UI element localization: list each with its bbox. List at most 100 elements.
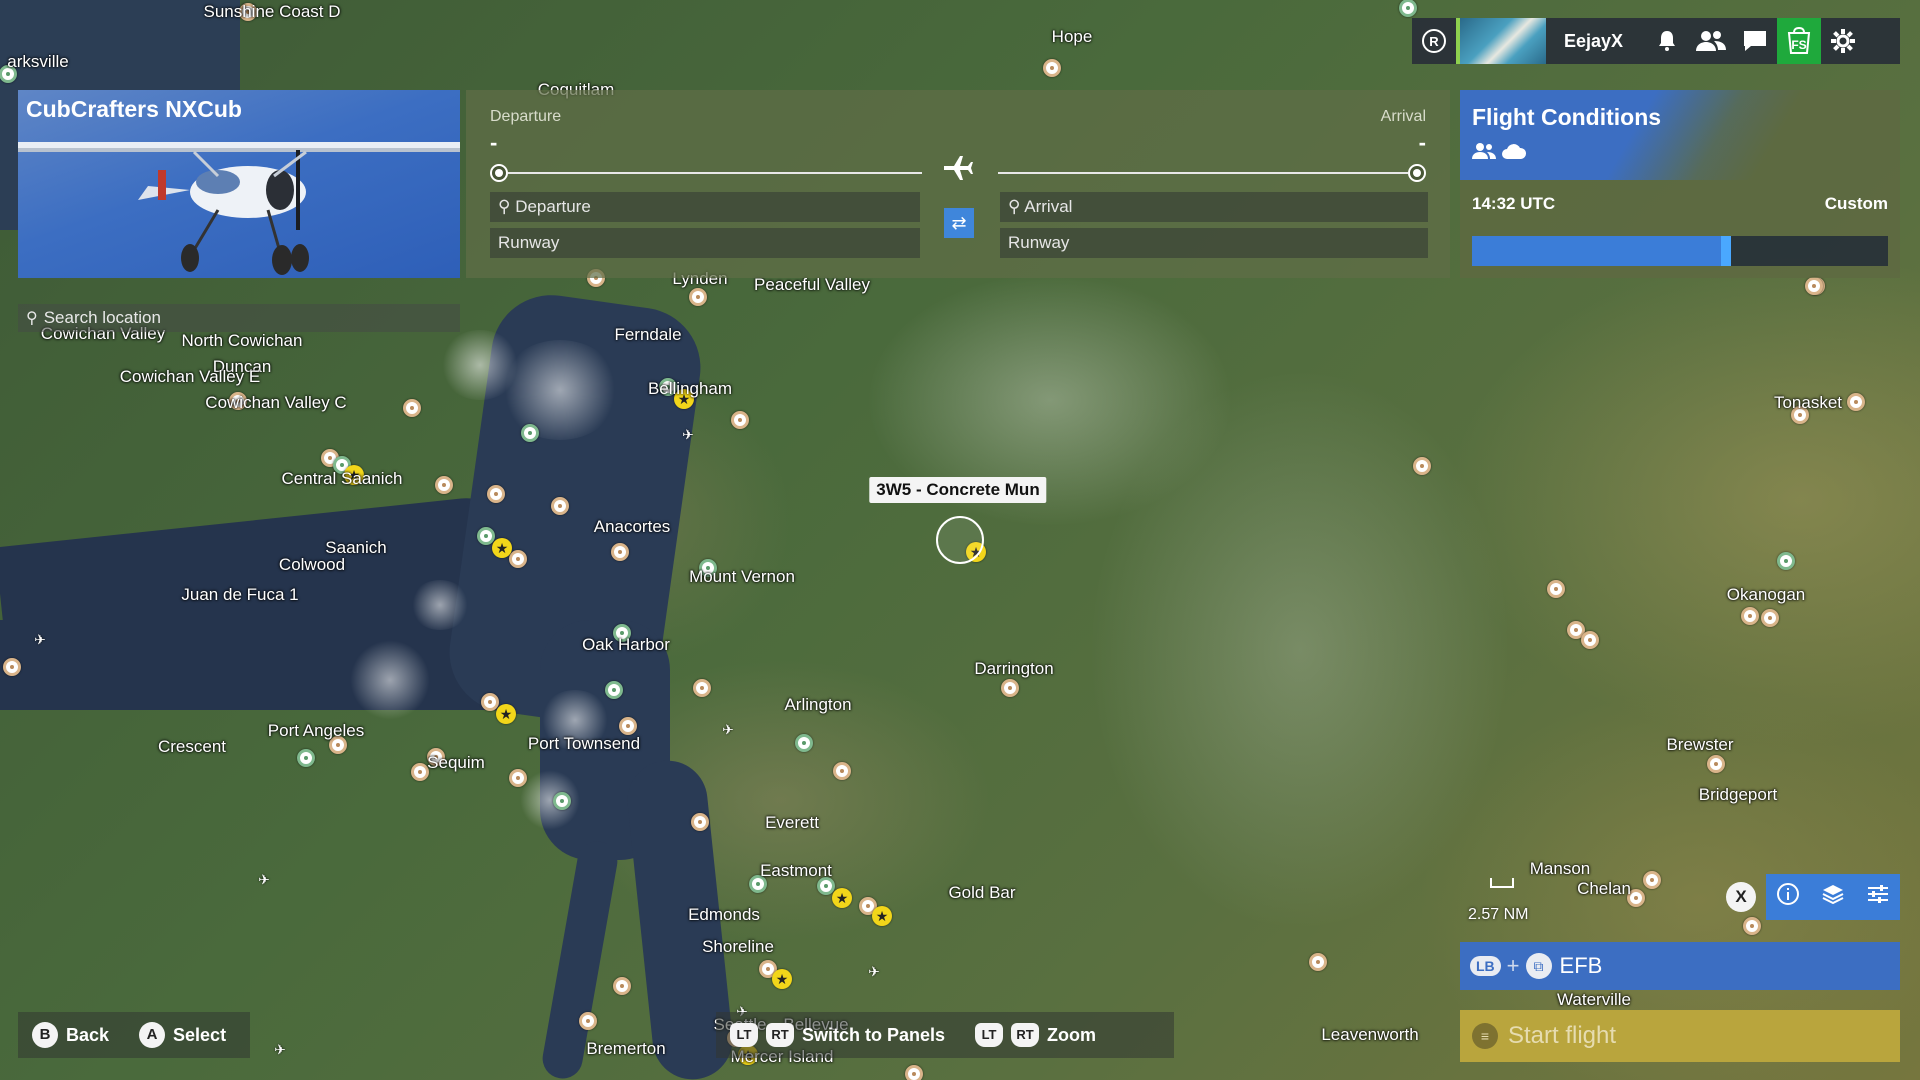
airport-marker[interactable] [1761, 609, 1779, 627]
airport-marker[interactable] [1741, 607, 1759, 625]
town-label: North Cowichan [181, 331, 303, 350]
airport-marker[interactable] [553, 792, 571, 810]
town-label: Manson [1529, 859, 1591, 878]
time-of-day-slider[interactable] [1472, 236, 1888, 266]
airport-marker[interactable] [619, 717, 637, 735]
airport-marker[interactable] [1707, 755, 1725, 773]
bell-icon[interactable] [1645, 18, 1689, 64]
airstrip-plane-icon[interactable]: ✈ [274, 1042, 286, 1059]
airport-marker[interactable] [613, 977, 631, 995]
flight-conditions-panel[interactable]: Flight Conditions 14:32 UTC Custom [1460, 90, 1900, 278]
airport-marker[interactable] [1001, 679, 1019, 697]
airport-marker[interactable] [521, 424, 539, 442]
aircraft-card[interactable]: CubCrafters NXCub [18, 90, 460, 278]
airport-marker[interactable] [611, 543, 629, 561]
star-icon[interactable]: ★ [496, 704, 516, 724]
airport-marker[interactable] [1847, 393, 1865, 411]
airport-marker[interactable] [795, 734, 813, 752]
layers-icon[interactable] [1821, 882, 1845, 912]
select-hint[interactable]: A Select [139, 1022, 226, 1048]
airstrip-plane-icon[interactable]: ✈ [34, 632, 46, 649]
airport-marker[interactable] [1777, 552, 1795, 570]
star-icon[interactable]: ★ [872, 906, 892, 926]
airport-marker[interactable] [693, 679, 711, 697]
selected-airport-marker[interactable] [936, 516, 984, 564]
zoom-hint[interactable]: LT RT Zoom [975, 1023, 1096, 1047]
town-label: Everett [765, 813, 819, 832]
menu-button-glyph: ≡ [1472, 1023, 1498, 1049]
airport-marker[interactable] [1399, 0, 1417, 17]
airport-marker[interactable] [605, 681, 623, 699]
time-of-day-handle[interactable] [1720, 236, 1731, 266]
airstrip-plane-icon[interactable]: ✈ [682, 427, 694, 444]
airstrip-plane-icon[interactable]: ✈ [722, 722, 734, 739]
airport-marker[interactable] [1805, 277, 1823, 295]
airstrip-plane-icon[interactable]: ✈ [868, 964, 880, 981]
departure-line [508, 172, 922, 174]
airport-marker[interactable] [1413, 457, 1431, 475]
aircraft-image [18, 142, 460, 275]
people-icon[interactable] [1689, 18, 1733, 64]
airport-marker[interactable] [551, 497, 569, 515]
airport-marker[interactable] [691, 813, 709, 831]
conditions-time: 14:32 UTC [1472, 194, 1556, 213]
airport-marker[interactable] [905, 1065, 923, 1080]
town-label: Bellingham [647, 379, 733, 398]
town-label: Chelan [1577, 879, 1631, 898]
info-icon[interactable] [1776, 882, 1800, 912]
search-icon: ⚲ [498, 197, 511, 216]
gear-icon[interactable] [1821, 18, 1865, 64]
search-input[interactable]: ⚲ Search location [18, 304, 460, 332]
airport-marker[interactable] [1581, 631, 1599, 649]
chat-icon[interactable] [1733, 18, 1777, 64]
airport-marker[interactable] [487, 485, 505, 503]
airport-marker[interactable] [1743, 917, 1761, 935]
town-label: Gold Bar [948, 883, 1016, 902]
aircraft-name: CubCrafters NXCub [26, 96, 242, 122]
efb-button[interactable]: LB + ⧉ EFB [1460, 942, 1900, 990]
airport-marker[interactable] [509, 769, 527, 787]
swap-icon[interactable]: ⇄ [944, 208, 974, 238]
town-label: Okanogan [1726, 585, 1806, 604]
airport-marker[interactable] [689, 288, 707, 306]
departure-input[interactable]: ⚲ Departure [490, 192, 920, 222]
arrival-placeholder: Arrival [1024, 197, 1073, 216]
airstrip-plane-icon[interactable]: ✈ [258, 872, 270, 889]
airport-marker[interactable] [297, 749, 315, 767]
cloud [520, 770, 580, 830]
airport-marker[interactable] [1043, 59, 1061, 77]
arrival-runway-select[interactable]: Runway [1000, 228, 1428, 258]
airport-marker[interactable] [1547, 580, 1565, 598]
profile-badge-icon[interactable]: R [1412, 18, 1456, 64]
arrival-line [998, 172, 1408, 174]
airport-marker[interactable] [833, 762, 851, 780]
town-label: Central Saanich [281, 469, 403, 488]
airport-marker[interactable] [579, 1012, 597, 1030]
airport-marker[interactable] [509, 550, 527, 568]
sliders-icon[interactable] [1866, 882, 1890, 912]
switch-panels-hint[interactable]: LT RT Switch to Panels [730, 1023, 945, 1047]
airport-marker[interactable] [1643, 871, 1661, 889]
search-icon: ⚲ [26, 310, 38, 327]
plane-icon [942, 154, 974, 190]
departure-runway-select[interactable]: Runway [490, 228, 920, 258]
start-flight-button[interactable]: ≡ Start flight [1460, 1010, 1900, 1062]
airport-marker[interactable] [731, 411, 749, 429]
avatar[interactable] [1456, 18, 1546, 64]
airport-marker[interactable] [435, 476, 453, 494]
arrival-input[interactable]: ⚲ Arrival [1000, 192, 1428, 222]
x-button-glyph[interactable]: X [1726, 882, 1756, 912]
star-icon[interactable]: ★ [772, 969, 792, 989]
back-hint[interactable]: B Back [32, 1022, 109, 1048]
start-flight-label: Start flight [1508, 1022, 1617, 1049]
airport-marker[interactable] [1309, 953, 1327, 971]
airport-marker[interactable] [3, 658, 21, 676]
username[interactable]: EejayX [1564, 31, 1623, 52]
departure-dot [490, 164, 508, 182]
map-scale-label: 2.57 NM [1468, 906, 1529, 923]
town-label: Darrington [974, 659, 1054, 678]
airport-marker[interactable] [403, 399, 421, 417]
fs-icon[interactable]: FS [1777, 18, 1822, 64]
star-icon[interactable]: ★ [832, 888, 852, 908]
star-icon[interactable]: ★ [492, 538, 512, 558]
